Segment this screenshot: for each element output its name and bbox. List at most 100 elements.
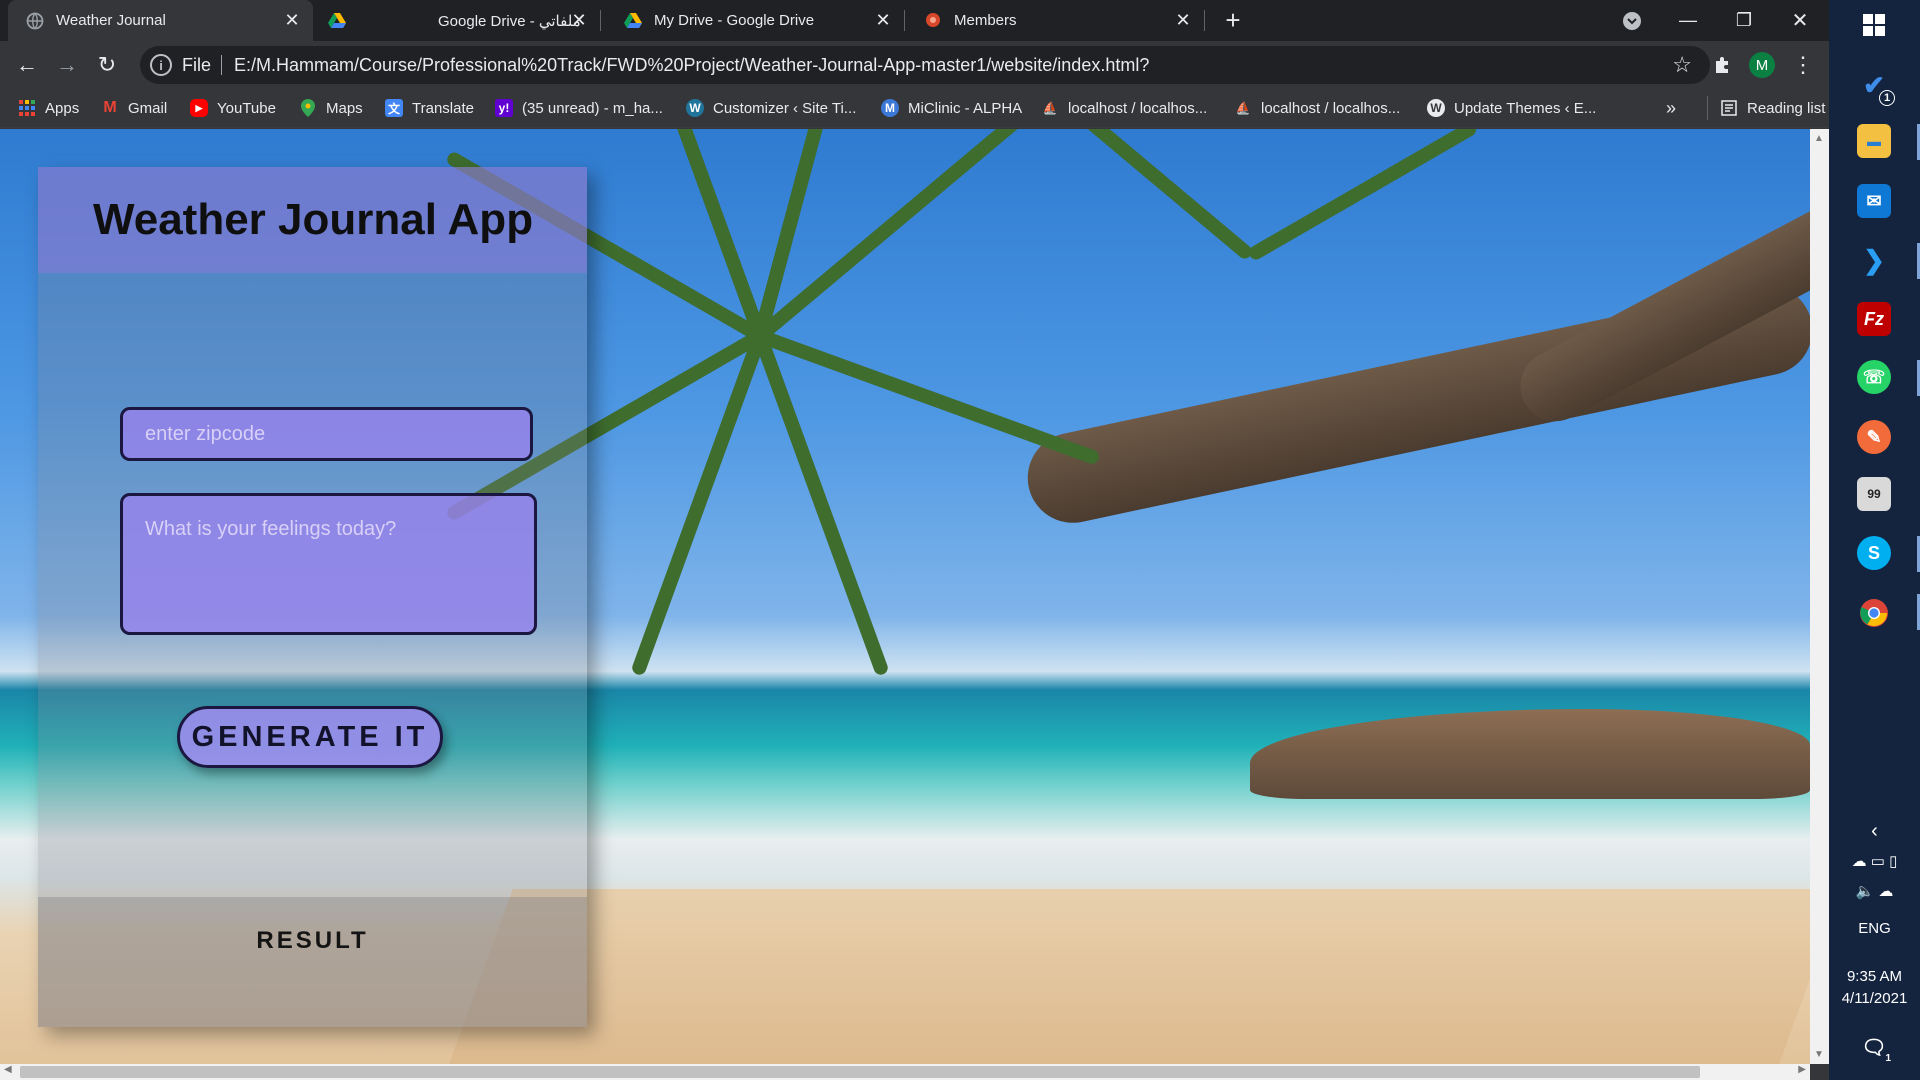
windows-start-icon[interactable] xyxy=(1857,8,1891,42)
browser-toolbar: ← → ↻ i File E:/M.Hammam/Course/Professi… xyxy=(0,41,1829,88)
mail-icon[interactable]: ✉ xyxy=(1857,184,1891,218)
language-indicator[interactable]: ENG xyxy=(1829,920,1920,937)
tab-google-drive[interactable]: Google Drive - ملفاتي ✕ xyxy=(318,0,601,41)
globe-icon xyxy=(26,12,44,30)
browser-window: Weather Journal ✕ Google Drive - ملفاتي … xyxy=(0,0,1829,1080)
google-drive-icon xyxy=(328,12,346,30)
new-tab-button[interactable]: + xyxy=(1206,0,1260,41)
horizontal-scroll-thumb[interactable] xyxy=(20,1066,1700,1078)
bookmark-update-themes[interactable]: W Update Themes ‹ E... xyxy=(1427,88,1596,128)
close-tab-icon[interactable]: ✕ xyxy=(1172,9,1194,31)
generate-button[interactable]: GENERATE IT xyxy=(177,706,443,768)
scroll-down-arrow-icon[interactable]: ▼ xyxy=(1814,1049,1824,1060)
feelings-textarea[interactable] xyxy=(120,493,537,635)
tab-title: My Drive - Google Drive xyxy=(654,12,815,29)
bookmark-label: Maps xyxy=(326,99,363,117)
notification-center-icon[interactable]: 🗨 1 xyxy=(1857,1030,1891,1065)
tab-search-button[interactable] xyxy=(1604,0,1660,41)
skype-icon[interactable]: S xyxy=(1857,536,1891,570)
maps-icon xyxy=(299,99,317,117)
filezilla-icon[interactable]: Fz xyxy=(1857,302,1891,336)
bookmark-translate[interactable]: 文 Translate xyxy=(385,88,474,128)
todo-badge: 1 xyxy=(1879,90,1895,106)
gmail-icon: M xyxy=(103,99,117,116)
divider xyxy=(221,55,223,75)
postman-icon[interactable]: ✎ xyxy=(1857,420,1891,454)
members-icon xyxy=(924,12,942,30)
tab-title: Weather Journal xyxy=(56,12,166,29)
bookmark-label: (35 unread) - m_ha... xyxy=(522,99,663,117)
reading-list-icon xyxy=(1720,99,1738,117)
result-heading: RESULT xyxy=(256,927,369,954)
volume-icon[interactable]: 🔈 ☁ xyxy=(1829,882,1920,900)
laptop-app-icon[interactable]: 99 xyxy=(1857,477,1891,511)
bookmark-yahoo-mail[interactable]: y! (35 unread) - m_ha... xyxy=(495,88,663,128)
zipcode-input[interactable] xyxy=(120,407,533,461)
more-bookmarks-button[interactable]: » xyxy=(1666,88,1676,128)
bookmark-apps[interactable]: Apps xyxy=(18,88,79,128)
extensions-puzzle-icon[interactable] xyxy=(1706,48,1740,82)
scroll-left-arrow-icon[interactable]: ◀ xyxy=(4,1064,12,1075)
whatsapp-icon[interactable]: ☏ xyxy=(1857,360,1891,394)
scroll-right-arrow-icon[interactable]: ▶ xyxy=(1798,1064,1806,1075)
url-scheme: File xyxy=(182,54,212,75)
bookmark-label: Translate xyxy=(412,99,474,117)
close-tab-icon[interactable]: ✕ xyxy=(281,9,303,31)
close-tab-icon[interactable]: ✕ xyxy=(872,9,894,31)
reading-list-button[interactable]: Reading list xyxy=(1707,96,1825,120)
reload-button[interactable]: ↻ xyxy=(90,48,124,82)
bookmark-gmail[interactable]: M Gmail xyxy=(101,88,167,128)
forward-button[interactable]: → xyxy=(50,48,84,82)
tab-weather-journal[interactable]: Weather Journal ✕ xyxy=(8,0,313,41)
todo-checkmark-icon[interactable]: ✔ 1 xyxy=(1857,68,1895,106)
info-icon[interactable]: i xyxy=(150,54,172,76)
url-text[interactable]: E:/M.Hammam/Course/Professional%20Track/… xyxy=(234,55,1149,76)
menu-kebab-icon[interactable]: ⋮ xyxy=(1786,48,1820,82)
wordpress-icon: W xyxy=(686,99,704,117)
clock-time[interactable]: 9:35 AM xyxy=(1829,968,1920,985)
address-bar[interactable]: i File E:/M.Hammam/Course/Professional%2… xyxy=(140,46,1710,84)
bookmark-label: Reading list xyxy=(1747,99,1826,117)
profile-avatar[interactable]: M xyxy=(1749,52,1775,78)
bookmark-localhost-1[interactable]: ⛵ localhost / localhos... xyxy=(1041,88,1208,128)
tab-members[interactable]: Members ✕ xyxy=(912,0,1205,41)
back-button[interactable]: ← xyxy=(10,48,44,82)
bookmark-label: Apps xyxy=(45,99,80,117)
tab-separator xyxy=(1204,10,1205,31)
close-window-button[interactable]: ✕ xyxy=(1772,0,1828,41)
bookmark-localhost-2[interactable]: ⛵ localhost / localhos... xyxy=(1234,88,1401,128)
show-hidden-icons-chevron-icon[interactable]: ‹ xyxy=(1829,820,1920,843)
scroll-up-arrow-icon[interactable]: ▲ xyxy=(1814,133,1824,144)
phpmyadmin-icon: ⛵ xyxy=(1235,101,1251,115)
bookmark-miclinic[interactable]: M MiClinic - ALPHA xyxy=(881,88,1022,128)
bookmark-label: MiClinic - ALPHA xyxy=(908,99,1023,117)
yahoo-icon: y! xyxy=(495,99,513,117)
restore-button[interactable]: ❐ xyxy=(1716,0,1772,41)
sand-shape xyxy=(447,889,1810,1064)
vertical-scrollbar[interactable]: ▲ ▼ xyxy=(1810,129,1829,1064)
minimize-button[interactable]: — xyxy=(1660,0,1716,41)
phpmyadmin-icon: ⛵ xyxy=(1042,101,1058,115)
weather-journal-panel: Weather Journal App GENERATE IT RESULT xyxy=(38,167,587,1027)
youtube-icon: ▶ xyxy=(190,99,208,117)
bookmark-customizer[interactable]: W Customizer ‹ Site Ti... xyxy=(686,88,856,128)
bookmark-youtube[interactable]: ▶ YouTube xyxy=(190,88,276,128)
bookmark-label: YouTube xyxy=(217,99,276,117)
system-tray-icons[interactable]: ☁ ▭ ▯ xyxy=(1829,852,1920,870)
page-viewport: Weather Journal App GENERATE IT RESULT xyxy=(0,129,1810,1064)
wordpress-icon: W xyxy=(1427,99,1445,117)
bookmark-maps[interactable]: Maps xyxy=(299,88,363,128)
result-section: RESULT xyxy=(38,897,587,1027)
bookmark-label: localhost / localhos... xyxy=(1068,99,1208,117)
close-tab-icon[interactable]: ✕ xyxy=(568,9,590,31)
chrome-icon[interactable] xyxy=(1857,596,1891,630)
file-explorer-icon[interactable]: ▬ xyxy=(1857,124,1891,158)
tab-separator xyxy=(904,10,905,31)
horizontal-scrollbar[interactable]: ◀ ▶ xyxy=(0,1064,1810,1080)
tab-my-drive[interactable]: My Drive - Google Drive ✕ xyxy=(612,0,905,41)
app-header: Weather Journal App xyxy=(38,167,587,273)
bookmark-star-icon[interactable]: ☆ xyxy=(1672,52,1692,78)
vscode-icon[interactable]: ❯ xyxy=(1857,243,1891,277)
tab-title: Members xyxy=(954,12,1017,29)
clock-date[interactable]: 4/11/2021 xyxy=(1829,990,1920,1007)
